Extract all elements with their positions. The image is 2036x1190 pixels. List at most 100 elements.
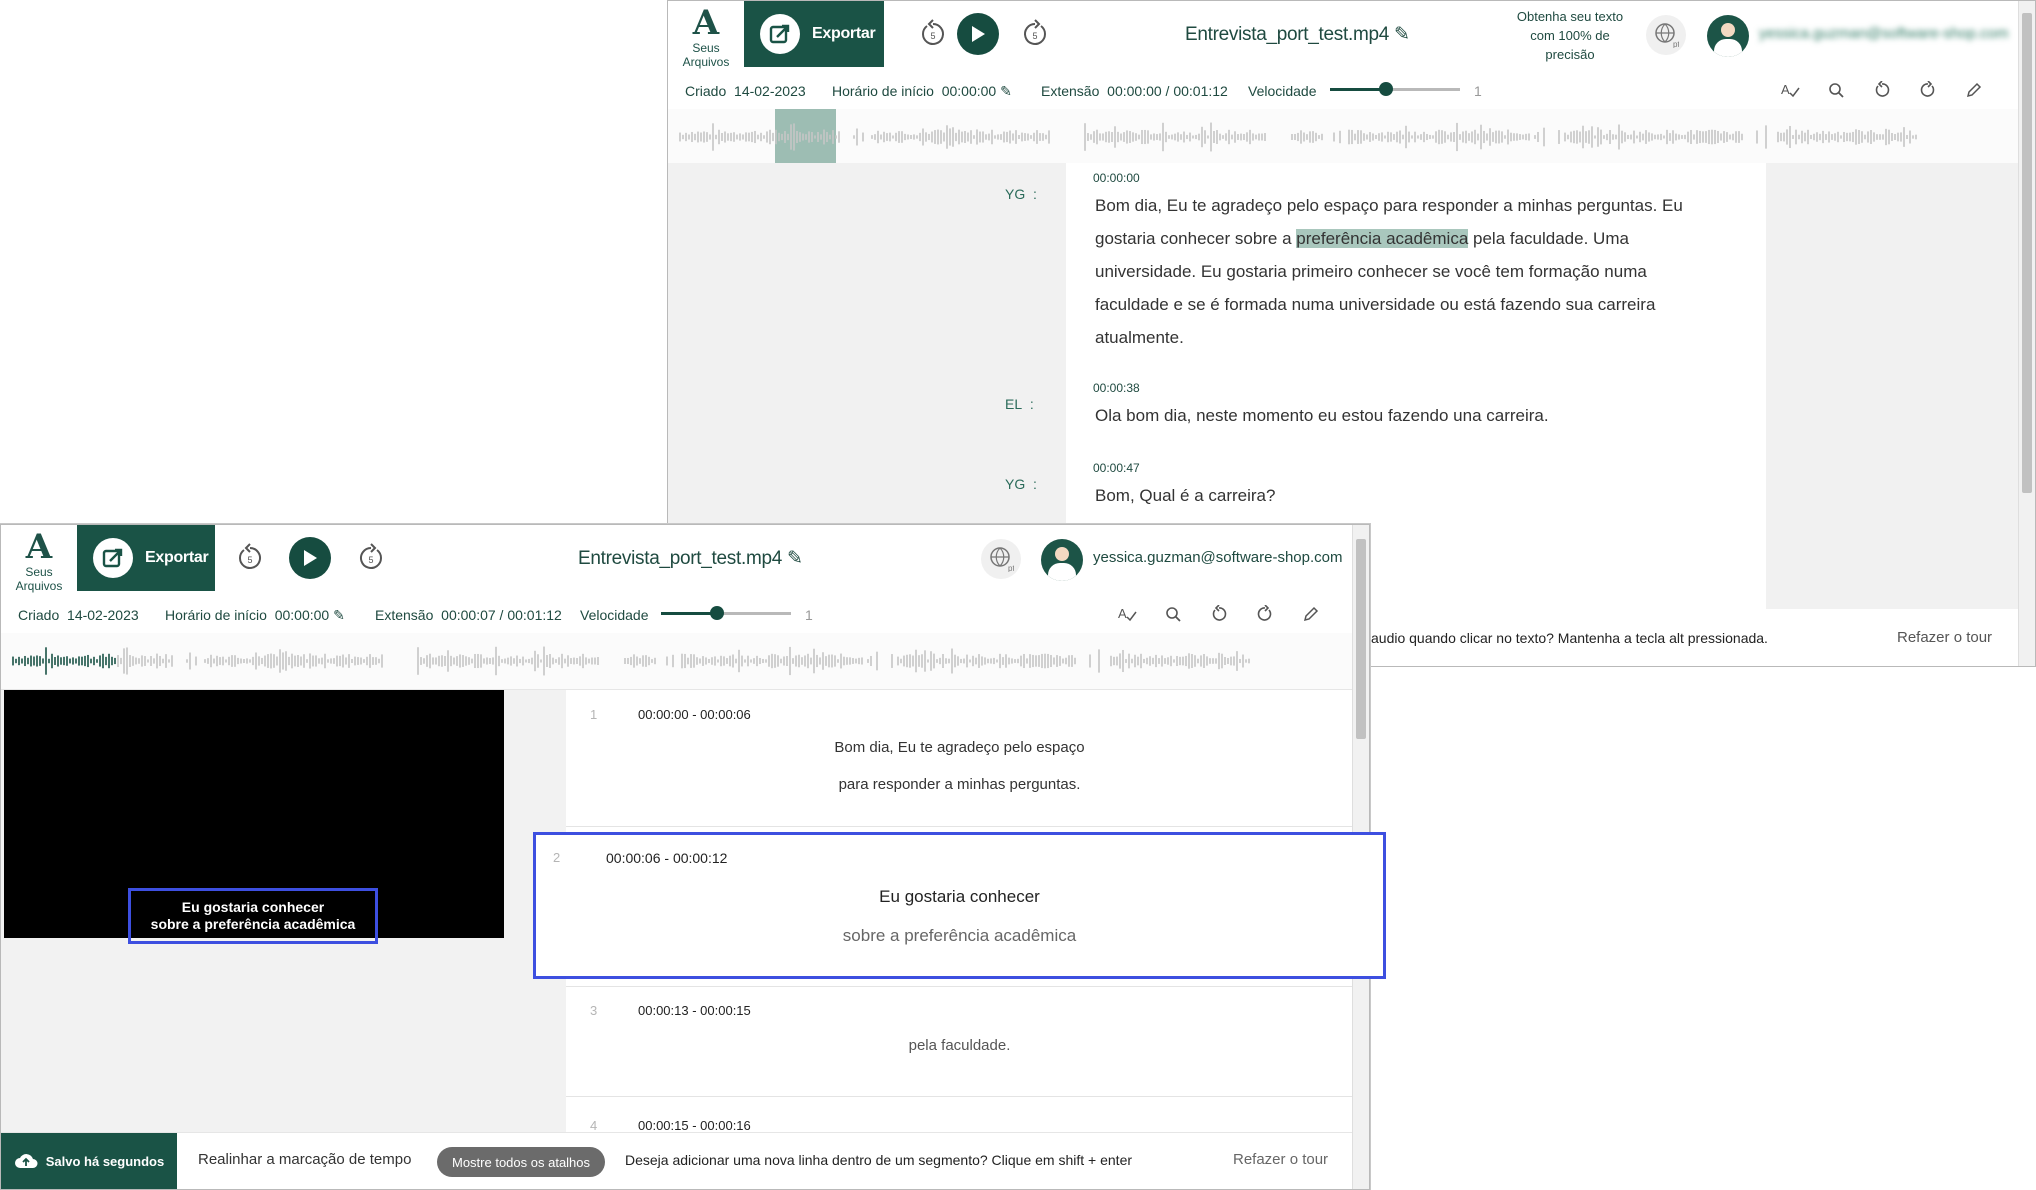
- edit-name-icon[interactable]: ✎: [1394, 24, 1410, 45]
- segment[interactable]: 3 00:00:13 - 00:00:15 pela faculdade.: [566, 986, 1353, 1097]
- user-email[interactable]: yessica.guzman@software-shop.com: [1759, 25, 2009, 42]
- find-replace-icon[interactable]: [1161, 603, 1185, 625]
- export-label: Exportar: [145, 549, 209, 566]
- start-time-info[interactable]: Horário de início 00:00:00 ✎: [165, 607, 345, 624]
- speed-label: Velocidade: [1248, 83, 1317, 99]
- speed-slider[interactable]: [1330, 82, 1460, 96]
- toolbar: A Seus Arquivos Exportar 5 5 Entrevista_…: [668, 1, 2035, 69]
- forward-5-button[interactable]: 5: [1018, 17, 1052, 51]
- svg-text:5: 5: [930, 31, 935, 41]
- highlighted-word[interactable]: preferência acadêmica: [1296, 229, 1469, 248]
- edit-icon[interactable]: [1962, 79, 1986, 101]
- caption-line-1: Eu gostaria conhecer: [181, 899, 325, 915]
- speaker-label[interactable]: YG :: [1005, 476, 1037, 492]
- play-button[interactable]: [289, 537, 331, 579]
- avatar-body: [1714, 39, 1742, 57]
- undo-icon[interactable]: [1870, 79, 1894, 101]
- segment-line[interactable]: Bom dia, Eu te agradeço pelo espaço: [566, 739, 1353, 756]
- forward-5-button[interactable]: 5: [354, 541, 388, 575]
- play-icon: [304, 550, 317, 566]
- play-button[interactable]: [957, 13, 999, 55]
- file-name[interactable]: Entrevista_port_test.mp4 ✎: [578, 547, 803, 570]
- status-bar: Salvo há segundos Realinhar a marcação d…: [1, 1132, 1353, 1189]
- edit-name-icon[interactable]: ✎: [787, 548, 803, 569]
- avatar-head: [1721, 23, 1735, 37]
- redo-icon[interactable]: [1253, 603, 1277, 625]
- spellcheck-icon[interactable]: A: [1115, 603, 1139, 625]
- globe-icon: pt: [1655, 23, 1679, 48]
- segment-time[interactable]: 00:00:06 - 00:00:12: [606, 850, 727, 866]
- segment-time[interactable]: 00:00:00 - 00:00:06: [638, 707, 751, 722]
- segment-time[interactable]: 00:00:15 - 00:00:16: [638, 1118, 751, 1133]
- paragraph[interactable]: Ola bom dia, neste momento eu estou faze…: [1095, 399, 1725, 432]
- timestamp[interactable]: 00:00:00: [1093, 171, 1140, 185]
- speaker-label[interactable]: EL :: [1005, 396, 1034, 412]
- user-email[interactable]: yessica.guzman@software-shop.com: [1093, 549, 1343, 566]
- logo-mark: A: [692, 3, 720, 43]
- redo-tour-link[interactable]: Refazer o tour: [1233, 1151, 1328, 1168]
- avatar[interactable]: [1041, 539, 1083, 581]
- segment-number: 4: [590, 1118, 598, 1133]
- speed-value: 1: [1474, 83, 1482, 99]
- speaker-label[interactable]: YG :: [1005, 186, 1037, 202]
- undo-icon[interactable]: [1207, 603, 1231, 625]
- saved-status: Salvo há segundos: [1, 1133, 177, 1189]
- segment-number: 3: [590, 1003, 598, 1018]
- svg-text:5: 5: [247, 555, 252, 565]
- file-name-text: Entrevista_port_test.mp4: [578, 548, 783, 569]
- segment[interactable]: 1 00:00:00 - 00:00:06 Bom dia, Eu te agr…: [566, 690, 1353, 827]
- speed-slider-knob[interactable]: [710, 606, 724, 620]
- scrollbar-thumb[interactable]: [2022, 13, 2032, 493]
- avatar-body: [1048, 563, 1076, 581]
- spellcheck-icon[interactable]: A: [1778, 79, 1802, 101]
- timestamp[interactable]: 00:00:47: [1093, 461, 1140, 475]
- start-time-info[interactable]: Horário de início 00:00:00 ✎: [832, 83, 1012, 100]
- segment-line[interactable]: para responder a minhas perguntas.: [566, 776, 1353, 793]
- precision-promo[interactable]: Obtenha seu texto com 100% de precisão: [1510, 7, 1630, 64]
- paragraph[interactable]: Bom dia, Eu te agradeço pelo espaço para…: [1095, 189, 1725, 354]
- scrollbar[interactable]: [2018, 1, 2035, 666]
- logo[interactable]: A Seus Arquivos: [668, 5, 744, 69]
- redo-tour-link[interactable]: Refazer o tour: [1897, 629, 1992, 646]
- segment-line-editing[interactable]: Eu gostaria conhecer: [536, 887, 1383, 907]
- segment[interactable]: 4 00:00:15 - 00:00:16: [566, 1096, 1353, 1133]
- forward-icon: 5: [360, 543, 382, 569]
- edit-icon[interactable]: [1299, 603, 1323, 625]
- segment-number: 2: [553, 850, 561, 865]
- segment-line[interactable]: sobre a preferência acadêmica: [536, 926, 1383, 946]
- rewind-5-button[interactable]: 5: [233, 541, 267, 575]
- svg-text:A: A: [1118, 606, 1127, 621]
- speed-slider-knob[interactable]: [1379, 82, 1393, 96]
- svg-text:5: 5: [1032, 31, 1037, 41]
- segment-line[interactable]: pela faculdade.: [566, 1037, 1353, 1054]
- logo[interactable]: A Seus Arquivos: [1, 529, 77, 593]
- export-button[interactable]: Exportar: [744, 1, 884, 67]
- globe-icon: pt: [990, 547, 1014, 572]
- find-replace-icon[interactable]: [1824, 79, 1848, 101]
- redo-icon[interactable]: [1916, 79, 1940, 101]
- timestamp[interactable]: 00:00:38: [1093, 381, 1140, 395]
- segment-time[interactable]: 00:00:13 - 00:00:15: [638, 1003, 751, 1018]
- svg-text:pt: pt: [1673, 40, 1679, 48]
- language-button[interactable]: pt: [981, 539, 1021, 579]
- file-name[interactable]: Entrevista_port_test.mp4 ✎: [1185, 23, 1410, 46]
- language-button[interactable]: pt: [1646, 15, 1686, 55]
- waveform[interactable]: [668, 109, 2035, 166]
- scrollbar-thumb[interactable]: [1356, 539, 1366, 739]
- length-info: Extensão 00:00:07 / 00:01:12: [375, 607, 562, 623]
- export-icon: [93, 538, 133, 578]
- footer-hint: Deseja adicionar uma nova linha dentro d…: [625, 1152, 1133, 1168]
- rewind-5-button[interactable]: 5: [916, 17, 950, 51]
- active-segment[interactable]: 2 00:00:06 - 00:00:12 Eu gostaria conhec…: [533, 832, 1386, 979]
- speed-slider[interactable]: [661, 606, 791, 620]
- toolbar: A Seus Arquivos Exportar 5 5 Entrevista_…: [1, 525, 1369, 593]
- svg-text:pt: pt: [1008, 564, 1014, 572]
- saved-label: Salvo há segundos: [45, 1153, 165, 1169]
- tip-text: audio quando clicar no texto? Mantenha a…: [1371, 630, 1768, 646]
- avatar[interactable]: [1707, 15, 1749, 57]
- waveform[interactable]: [1, 633, 1369, 690]
- paragraph[interactable]: Bom, Qual é a carreira?: [1095, 479, 1725, 512]
- show-shortcuts-button[interactable]: Mostre todos os atalhos: [437, 1147, 606, 1177]
- export-button[interactable]: Exportar: [77, 525, 215, 591]
- realign-timestamps-link[interactable]: Realinhar a marcação de tempo: [198, 1151, 411, 1168]
